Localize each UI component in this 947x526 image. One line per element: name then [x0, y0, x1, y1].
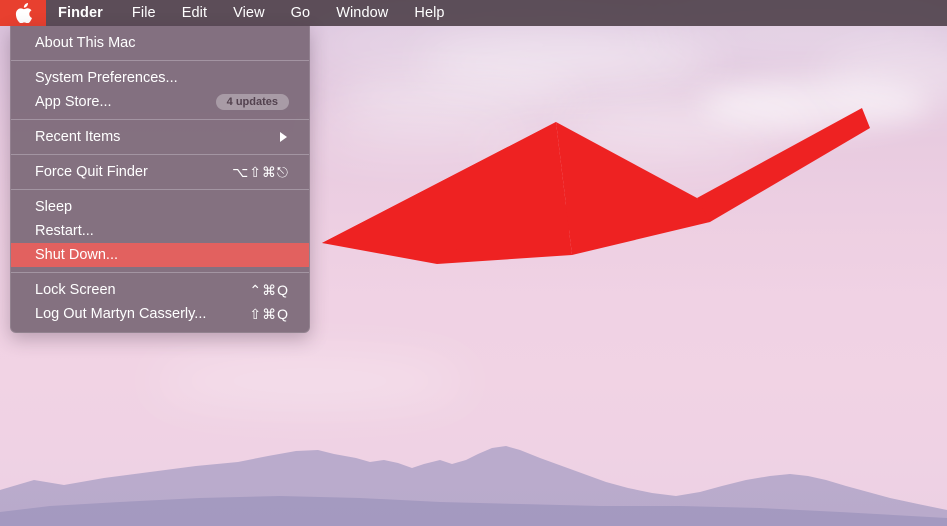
menu-separator [11, 119, 309, 120]
menu-separator [11, 60, 309, 61]
menu-separator [11, 189, 309, 190]
menu-item-recent-items[interactable]: Recent Items [11, 125, 309, 149]
menu-item-label: Recent Items [35, 129, 121, 145]
menu-item-force-quit-finder[interactable]: Force Quit Finder ⌥⇧⌘⎋ [11, 160, 309, 184]
mountain-silhouette [0, 446, 947, 526]
apple-dropdown-menu: About This Mac System Preferences... App… [10, 26, 310, 333]
menu-separator [11, 272, 309, 273]
menu-item-label: App Store... [35, 94, 112, 110]
menu-bar-item-go[interactable]: Go [278, 0, 324, 26]
apple-menu-button[interactable] [0, 0, 46, 26]
menu-item-label: System Preferences... [35, 70, 178, 86]
menu-bar-item-file[interactable]: File [119, 0, 169, 26]
chevron-right-icon [280, 132, 287, 142]
menu-item-sleep[interactable]: Sleep [11, 195, 309, 219]
menu-item-lock-screen[interactable]: Lock Screen ⌃⌘Q [11, 278, 309, 302]
menu-separator [11, 154, 309, 155]
menu-item-shortcut: ⇧⌘Q [249, 305, 289, 322]
menu-bar-item-edit[interactable]: Edit [169, 0, 220, 26]
menu-item-label: Shut Down... [35, 247, 119, 263]
menu-item-app-store[interactable]: App Store... 4 updates [11, 90, 309, 114]
desktop-screen: Finder File Edit View Go Window Help Abo… [0, 0, 947, 526]
menu-item-label: About This Mac [35, 35, 136, 51]
apple-logo-icon [15, 3, 32, 23]
menu-item-label: Lock Screen [35, 282, 116, 298]
menu-item-shortcut: ⌥⇧⌘⎋ [232, 163, 289, 180]
menu-item-system-preferences[interactable]: System Preferences... [11, 66, 309, 90]
menu-item-label: Log Out Martyn Casserly... [35, 306, 207, 322]
menu-bar-item-view[interactable]: View [220, 0, 278, 26]
menu-bar-item-finder[interactable]: Finder [46, 0, 119, 26]
app-store-updates-badge: 4 updates [215, 93, 289, 111]
menu-item-shut-down[interactable]: Shut Down... [11, 243, 309, 267]
menu-item-shortcut: ⌃⌘Q [249, 281, 289, 298]
menu-bar-item-help[interactable]: Help [401, 0, 457, 26]
menu-item-about-this-mac[interactable]: About This Mac [11, 31, 309, 55]
menu-item-label: Restart... [35, 223, 94, 239]
menu-item-label: Sleep [35, 199, 73, 215]
menu-item-restart[interactable]: Restart... [11, 219, 309, 243]
menu-item-label: Force Quit Finder [35, 164, 148, 180]
menu-item-log-out[interactable]: Log Out Martyn Casserly... ⇧⌘Q [11, 302, 309, 326]
menu-bar-item-window[interactable]: Window [323, 0, 401, 26]
mac-menu-bar: Finder File Edit View Go Window Help [0, 0, 947, 26]
